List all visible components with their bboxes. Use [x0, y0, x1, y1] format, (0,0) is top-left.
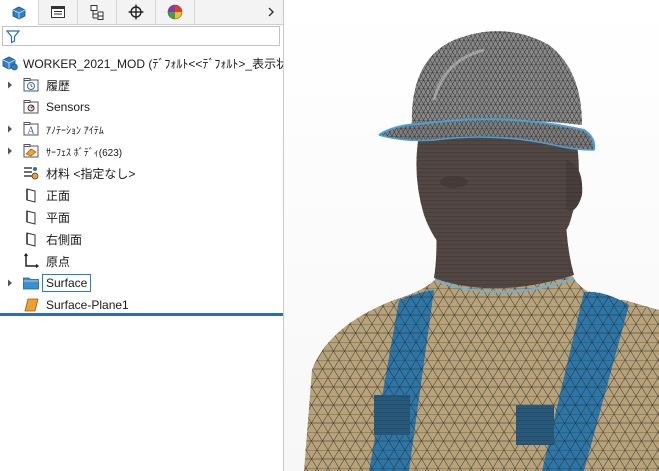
tree-root-label: WORKER_2021_MOD (ﾃﾞﾌｫﾙﾄ<<ﾃﾞﾌｫﾙﾄ>_表示状態	[23, 56, 284, 71]
annotation-icon: A	[22, 120, 40, 138]
sensors-icon	[22, 98, 40, 116]
tree-item-label: 材料 <指定なし>	[46, 166, 136, 181]
tree-item-right-plane[interactable]: 右側面	[0, 228, 283, 250]
expand-arrow-icon[interactable]	[6, 278, 14, 288]
surface-plane-icon	[22, 296, 40, 314]
expand-arrow-icon[interactable]	[6, 124, 14, 134]
tree-item-material[interactable]: 材料 <指定なし>	[0, 162, 283, 184]
tree-item-surface-bodies[interactable]: ｻｰﾌｪｽ ﾎﾞﾃﾞｨ(623)	[0, 140, 283, 162]
tree-item-label: 平面	[46, 210, 71, 225]
tree-item-label: ｱﾉﾃｰｼｮﾝ ｱｲﾃﾑ	[46, 125, 104, 137]
plane-icon	[22, 208, 40, 226]
tree-item-sensors[interactable]: Sensors	[0, 96, 283, 118]
tab-configuration-manager[interactable]	[78, 0, 117, 24]
config-icon	[90, 5, 104, 20]
plane-icon	[22, 186, 40, 204]
origin-icon	[22, 252, 40, 270]
surface-bodies-icon	[22, 142, 40, 160]
tree-root[interactable]: WORKER_2021_MOD (ﾃﾞﾌｫﾙﾄ<<ﾃﾞﾌｫﾙﾄ>_表示状態	[0, 52, 283, 74]
tree-item-front-plane[interactable]: 正面	[0, 184, 283, 206]
plane-icon	[22, 230, 40, 248]
svg-text:A: A	[27, 127, 35, 137]
expand-arrow-icon[interactable]	[6, 146, 14, 156]
manager-tab-bar	[0, 0, 283, 25]
color-wheel-icon	[167, 4, 183, 20]
worker-mesh-model	[304, 31, 659, 471]
tree-filter[interactable]	[2, 26, 280, 46]
tree-item-label: 正面	[46, 188, 71, 203]
part-icon	[1, 54, 19, 72]
expand-arrow-icon[interactable]	[6, 80, 14, 90]
material-icon	[22, 164, 40, 182]
tree-item-surface-folder[interactable]: Surface	[0, 272, 283, 294]
filter-icon	[5, 30, 21, 44]
rollback-bar[interactable]	[0, 313, 283, 316]
tree-item-label: 履歴	[46, 78, 71, 93]
tree-item-label: 原点	[46, 254, 71, 269]
history-icon	[22, 76, 40, 94]
tab-scroll-right-button[interactable]	[263, 0, 279, 24]
tab-feature-manager[interactable]	[0, 0, 39, 25]
tree-item-label: Surface-Plane1	[46, 298, 129, 312]
tree-item-label: 右側面	[46, 232, 83, 247]
tree-item-top-plane[interactable]: 平面	[0, 206, 283, 228]
tree-item-label: Surface	[42, 274, 92, 292]
part-icon	[12, 6, 26, 19]
tab-property-manager[interactable]	[39, 0, 78, 24]
crosshair-icon	[128, 4, 144, 20]
chevron-right-icon	[268, 7, 274, 17]
property-icon	[51, 6, 65, 18]
tree-item-label: Sensors	[46, 100, 91, 114]
tree-item-label: ｻｰﾌｪｽ ﾎﾞﾃﾞｨ(623)	[46, 147, 123, 159]
tree-item-origin[interactable]: 原点	[0, 250, 283, 272]
feature-manager-panel: WORKER_2021_MOD (ﾃﾞﾌｫﾙﾄ<<ﾃﾞﾌｫﾙﾄ>_表示状態 履歴	[0, 0, 284, 471]
tab-display-manager[interactable]	[156, 0, 195, 24]
folder-icon	[22, 274, 40, 292]
tree-item-history[interactable]: 履歴	[0, 74, 283, 96]
graphics-viewport[interactable]	[284, 0, 659, 471]
tree-item-annotations[interactable]: A ｱﾉﾃｰｼｮﾝ ｱｲﾃﾑ	[0, 118, 283, 140]
tab-dimxpert-manager[interactable]	[117, 0, 156, 24]
